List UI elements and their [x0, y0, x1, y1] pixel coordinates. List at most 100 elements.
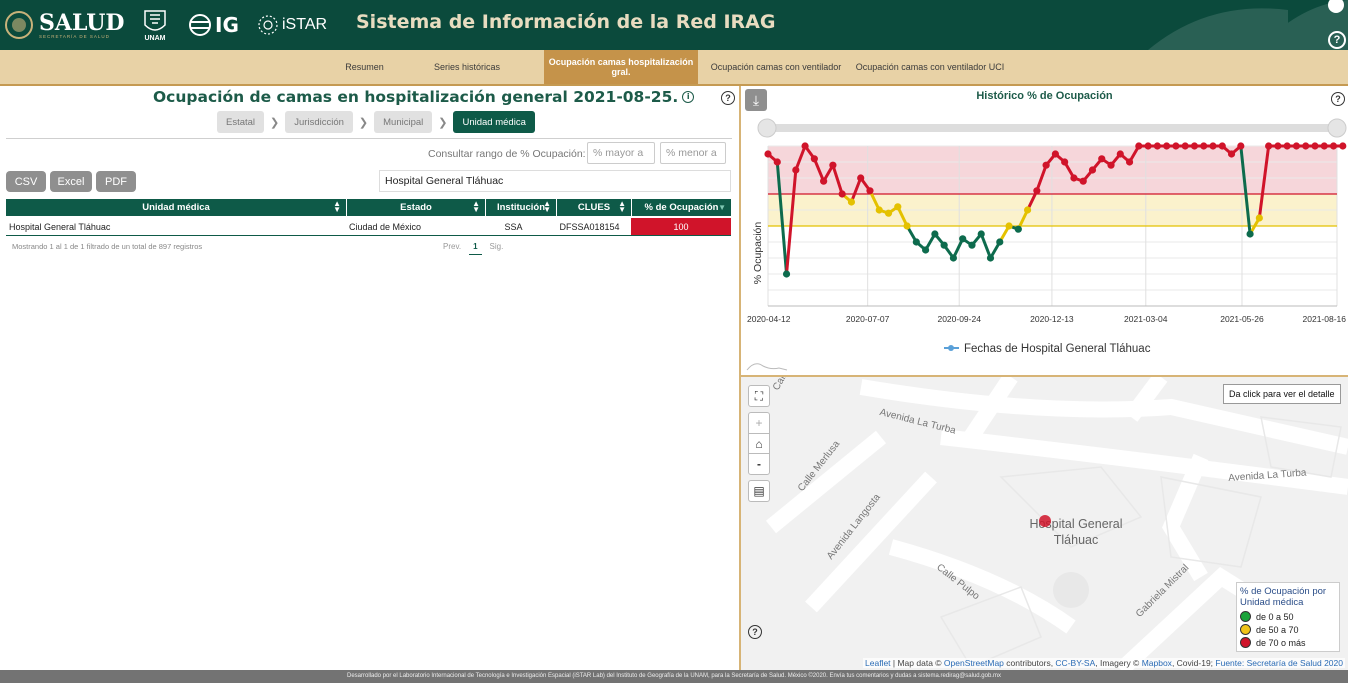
slider-right-handle[interactable] — [1327, 118, 1347, 138]
series-segment — [979, 233, 992, 259]
ccbysa-link[interactable]: CC-BY-SA — [1055, 658, 1095, 668]
breadcrumb-unidad-medica[interactable]: Unidad médica — [453, 111, 535, 133]
istar-star-icon — [258, 15, 278, 35]
data-point — [1014, 225, 1022, 233]
info-icon[interactable]: i — [682, 91, 695, 103]
green-dot-icon — [1240, 611, 1251, 622]
data-point — [931, 230, 939, 238]
col-estado[interactable]: Estado ▲ ▼ — [347, 199, 485, 216]
print-icon[interactable]: ▤ — [748, 480, 770, 502]
col-clues[interactable]: CLUES ▲ ▼ — [557, 199, 631, 216]
slider-left-handle[interactable] — [757, 118, 777, 138]
range-slider[interactable] — [757, 118, 1347, 138]
data-point — [1153, 142, 1161, 150]
search-input[interactable]: Hospital General Tláhuac — [379, 170, 731, 192]
table-panel: Ocupación de camas en hospitalización ge… — [0, 86, 740, 670]
sort-desc-icon: ▼ — [718, 203, 726, 212]
legend-item-yellow: de 50 a 70 — [1240, 623, 1336, 636]
data-point — [820, 177, 828, 185]
col-ocupacion[interactable]: % de Ocupación ▼ — [632, 199, 731, 216]
breadcrumb-jurisdiccion[interactable]: Jurisdicción — [285, 111, 353, 133]
pager-next[interactable]: Sig. — [490, 242, 504, 251]
sort-icon: ▲ ▼ — [543, 199, 551, 214]
range-max-input[interactable]: % menor a — [660, 142, 726, 164]
red-dot-icon — [1240, 637, 1251, 648]
panel-help-icon[interactable]: ? — [721, 91, 735, 105]
excel-button[interactable]: Excel — [50, 171, 92, 192]
leaflet-link[interactable]: Leaflet — [865, 658, 891, 668]
data-point — [792, 166, 800, 174]
col-unidad-medica[interactable]: Unidad médica ▲ ▼ — [6, 199, 346, 216]
help-icon[interactable]: ? — [1328, 31, 1346, 49]
tab-series-historicas[interactable]: Series históricas — [428, 50, 506, 84]
cell-ocupacion: 100 — [631, 218, 731, 235]
data-point — [1209, 142, 1217, 150]
data-point — [1107, 161, 1115, 169]
cell-institucion: SSA — [504, 221, 523, 232]
data-point — [1033, 187, 1041, 195]
legend-marker-icon — [948, 345, 954, 351]
hospital-marker[interactable] — [1039, 515, 1051, 527]
data-point — [773, 158, 781, 166]
data-point — [857, 174, 865, 182]
cell-estado: Ciudad de México — [349, 221, 422, 232]
data-point — [922, 246, 930, 254]
chevron-right-icon: ❯ — [358, 116, 369, 129]
map-tooltip: Da click para ver el detalle — [1223, 384, 1341, 404]
cell-unidad-medica[interactable]: Hospital General Tláhuac — [9, 218, 339, 235]
data-point — [1181, 142, 1189, 150]
chart-legend[interactable]: Fechas de Hospital General Tláhuac — [944, 343, 1151, 355]
map-help-icon[interactable]: ? — [748, 625, 762, 639]
data-point — [968, 241, 976, 249]
data-point — [1098, 155, 1106, 163]
pdf-button[interactable]: PDF — [96, 171, 136, 192]
source-link[interactable]: Fuente: Secretaría de Salud 2020 — [1215, 658, 1343, 668]
data-point — [977, 230, 985, 238]
x-tick-label: 2020-07-07 — [846, 314, 890, 324]
data-point — [1079, 177, 1087, 185]
data-point — [1023, 206, 1032, 214]
osm-link[interactable]: OpenStreetMap — [944, 658, 1004, 668]
zoom-out-button[interactable]: - — [748, 453, 770, 475]
istar-logo: iSTAR — [256, 0, 327, 50]
breadcrumb-municipal[interactable]: Municipal — [374, 111, 433, 133]
chevron-right-icon: ❯ — [438, 116, 448, 129]
zoom-in-button[interactable]: + — [748, 412, 770, 434]
fullscreen-icon[interactable]: ⛶ — [748, 385, 770, 407]
table-info: Mostrando 1 al 1 de 1 filtrado de un tot… — [12, 242, 203, 251]
data-point — [1061, 158, 1069, 166]
tab-ocupacion-hospitalizacion[interactable]: Ocupación camas hospitalización gral. — [544, 50, 698, 84]
tab-ocupacion-ventilador-uci[interactable]: Ocupación camas con ventilador UCI — [852, 50, 1008, 84]
data-point — [1255, 214, 1263, 222]
data-point — [1190, 142, 1199, 150]
data-point — [986, 254, 995, 262]
pager-current[interactable]: 1 — [469, 242, 482, 255]
pager-prev[interactable]: Prev. — [443, 242, 461, 251]
mapbox-link[interactable]: Mapbox — [1142, 658, 1172, 668]
map[interactable]: Avenida La Turba Avenida La Turba Calle Me… — [741, 377, 1348, 670]
data-point — [1200, 142, 1208, 150]
x-tick-label: 2020-04-12 — [747, 314, 791, 324]
y-axis-label: % Ocupación — [752, 222, 764, 285]
col-institucion[interactable]: Institución ▲ ▼ — [486, 199, 556, 216]
data-point — [1135, 142, 1143, 150]
tab-resumen[interactable]: Resumen — [337, 50, 392, 84]
tab-ocupacion-ventilador[interactable]: Ocupación camas con ventilador — [706, 50, 846, 84]
map-attribution: Leaflet | Map data © OpenStreetMap contr… — [863, 658, 1345, 668]
data-point — [1274, 142, 1282, 150]
data-point — [884, 209, 893, 217]
csv-button[interactable]: CSV — [6, 171, 46, 192]
line-chart[interactable]: 2020-04-12 2020-07-07 2020-09-24 2020-12-13… — [741, 86, 1348, 375]
breadcrumb-estatal[interactable]: Estatal — [217, 111, 265, 133]
home-icon[interactable]: ⌂ — [748, 433, 770, 455]
data-point — [1042, 161, 1050, 169]
data-point — [1144, 142, 1152, 150]
x-tick-label: 2020-12-13 — [1030, 314, 1074, 324]
data-point — [866, 187, 874, 195]
legend-label: Fechas de Hospital General Tláhuac — [964, 343, 1151, 355]
app-header: SALUD SECRETARÍA DE SALUD UNAM IG iSTAR … — [0, 0, 1348, 50]
coat-of-arms-icon — [5, 11, 33, 39]
salud-logo: SALUD SECRETARÍA DE SALUD — [4, 0, 125, 50]
main-nav: Resumen Series históricas Ocupación cama… — [0, 50, 1348, 86]
range-min-input[interactable]: % mayor a — [587, 142, 655, 164]
